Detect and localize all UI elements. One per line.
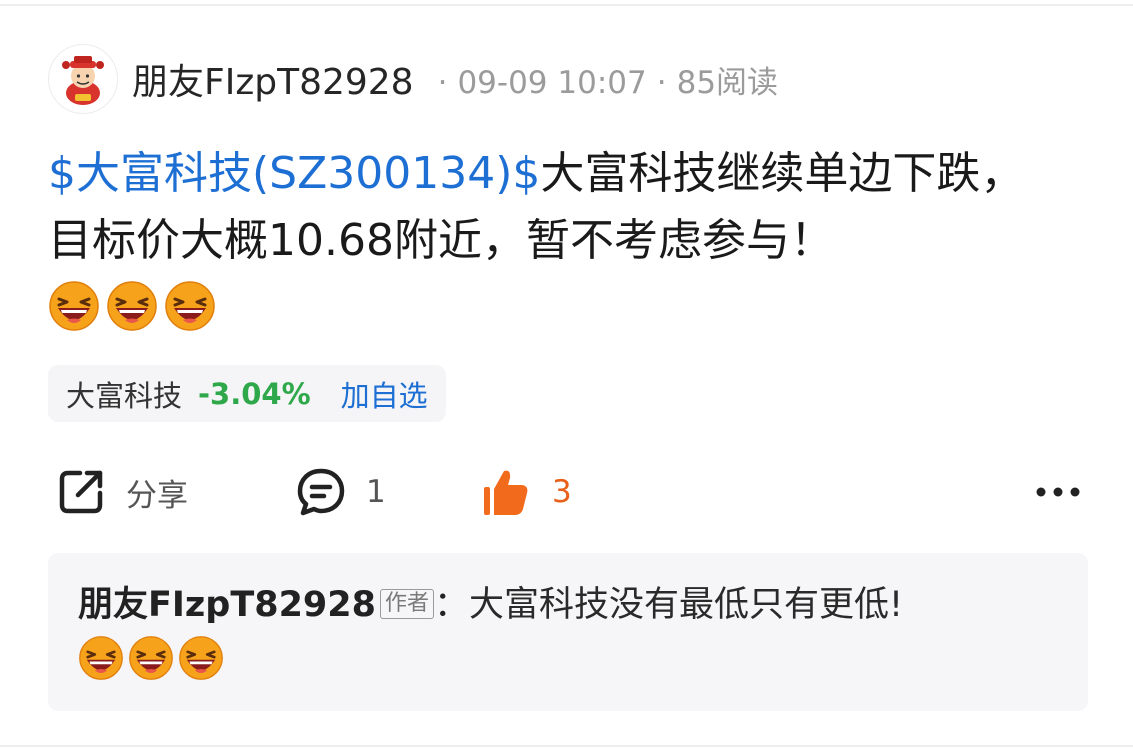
read-count: 85阅读 — [676, 64, 779, 101]
comment-line: 朋友FIzpT82928 作者 ：大富科技没有最低只有更低! — [78, 577, 1058, 633]
post-body: $大富科技(SZ300134)$大富科技继续单边下跌，目标价大概10.68附近，… — [48, 140, 1048, 332]
more-button[interactable] — [1034, 460, 1082, 524]
comment-emoji-row — [78, 635, 1058, 681]
action-bar: 分享 1 3 — [48, 460, 1088, 524]
stock-chip[interactable]: 大富科技 -3.04% 加自选 — [48, 365, 446, 422]
comment-text: 大富科技没有最低只有更低! — [469, 585, 904, 625]
like-button[interactable]: 3 — [480, 460, 572, 524]
laughing-emoji-icon — [165, 281, 215, 331]
add-watchlist-button[interactable]: 加自选 — [341, 373, 428, 415]
author-name[interactable]: 朋友FIzpT82928 — [132, 53, 414, 105]
post-meta: · 09-09 10:07 · 85阅读 — [428, 57, 778, 102]
more-icon — [1036, 487, 1080, 497]
meta-separator: · — [656, 64, 667, 101]
laughing-emoji-icon — [179, 636, 223, 680]
share-label: 分享 — [126, 477, 188, 514]
post-emoji-row — [48, 280, 1048, 332]
share-button[interactable]: 分享 — [54, 460, 188, 524]
laughing-emoji-icon — [129, 636, 173, 680]
bottom-divider — [0, 745, 1133, 747]
author-badge: 作者 — [380, 589, 435, 619]
post-header: 朋友FIzpT82928 · 09-09 10:07 · 85阅读 — [48, 44, 778, 114]
stock-chip-name[interactable]: 大富科技 — [66, 373, 182, 415]
comment-button[interactable]: 1 — [294, 460, 386, 524]
share-icon — [59, 470, 103, 514]
post-datetime: 09-09 10:07 — [457, 64, 647, 101]
avatar[interactable] — [48, 44, 118, 114]
comment-icon — [297, 468, 345, 516]
comment-card[interactable]: 朋友FIzpT82928 作者 ：大富科技没有最低只有更低! — [48, 553, 1088, 711]
fortune-god-avatar-icon — [62, 56, 104, 105]
like-count: 3 — [552, 474, 572, 510]
top-divider — [0, 4, 1133, 6]
comment-author[interactable]: 朋友FIzpT82928 — [78, 585, 376, 625]
thumbs-up-icon — [484, 470, 528, 515]
laughing-emoji-icon — [49, 281, 99, 331]
comment-colon: ： — [434, 585, 470, 625]
stock-link[interactable]: $大富科技(SZ300134)$ — [48, 148, 540, 199]
laughing-emoji-icon — [107, 281, 157, 331]
laughing-emoji-icon — [79, 636, 123, 680]
stock-change: -3.04% — [198, 376, 311, 411]
meta-separator: · — [437, 64, 448, 101]
comment-count: 1 — [366, 474, 386, 510]
